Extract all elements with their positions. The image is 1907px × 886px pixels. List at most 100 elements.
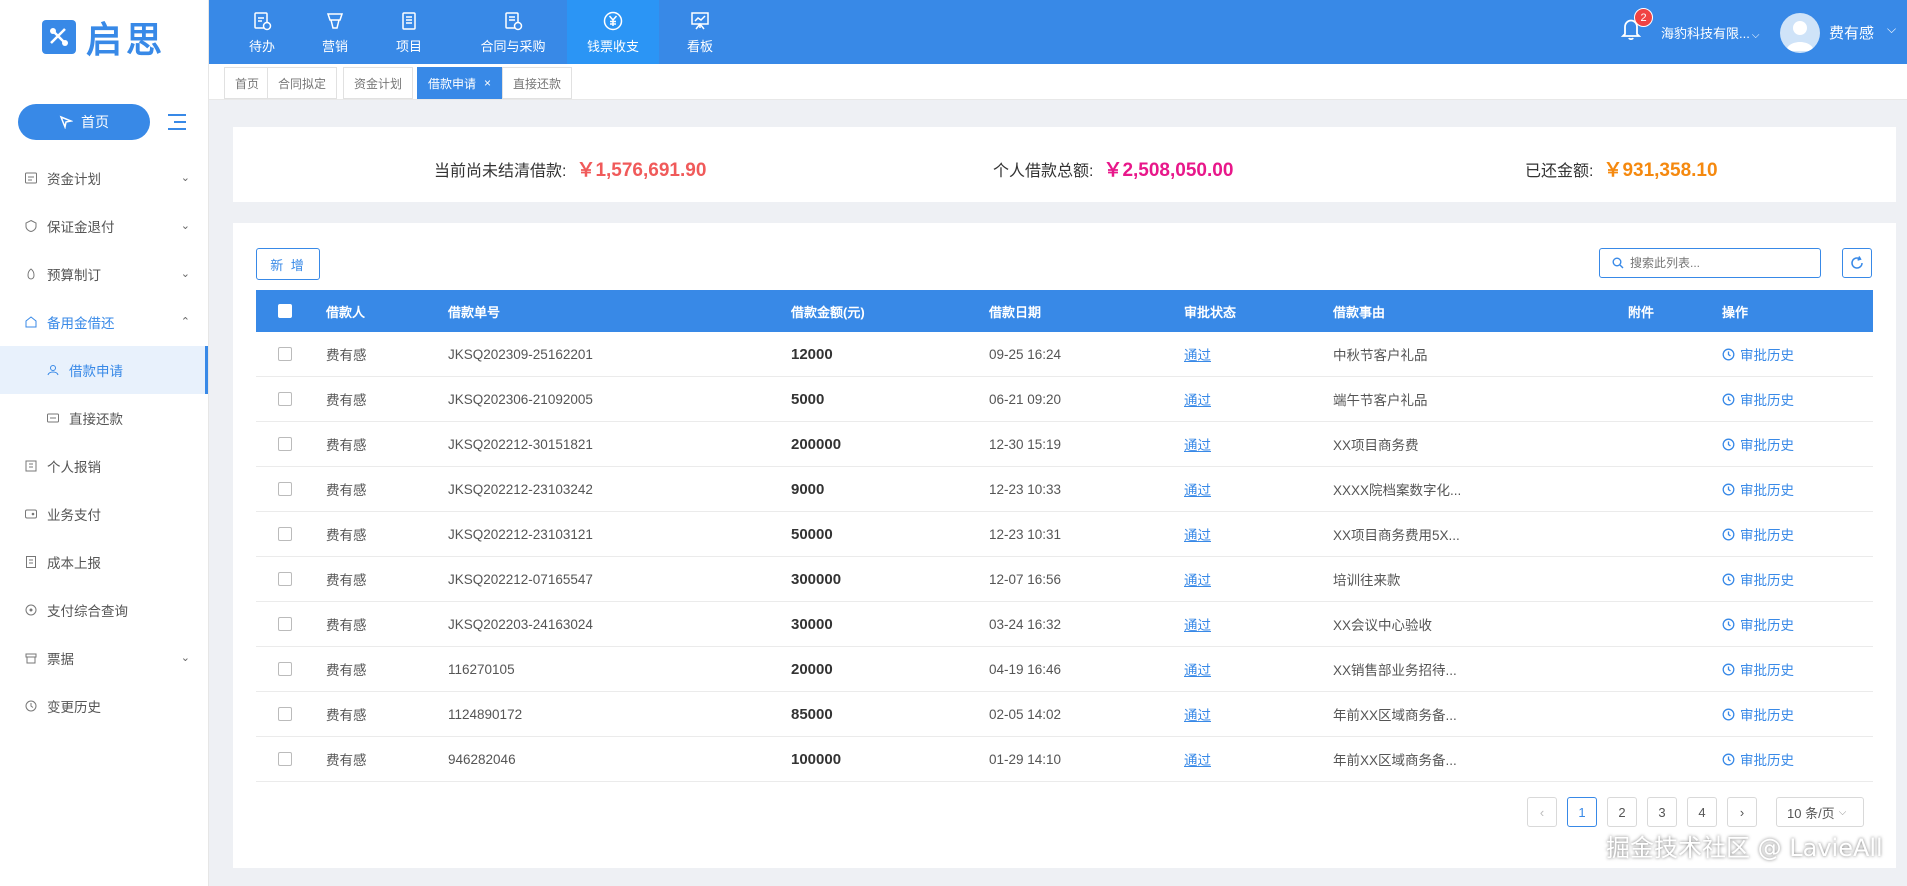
table-row[interactable]: 费有感 JKSQ202212-23103242 9000 12-23 10:33 通过 X…	[256, 467, 1873, 512]
page-button[interactable]: 4	[1687, 797, 1717, 827]
sidebar-item-history[interactable]: 变更历史	[0, 682, 208, 730]
page-button[interactable]: 2	[1607, 797, 1637, 827]
page-button[interactable]: 1	[1567, 797, 1597, 827]
nav-finance[interactable]: 钱票收支	[567, 0, 659, 64]
search-input[interactable]	[1630, 256, 1810, 270]
approval-history-link[interactable]: 审批历史	[1722, 659, 1794, 679]
approval-status-link[interactable]: 通过	[1184, 749, 1211, 769]
sidebar-item-payment[interactable]: 业务支付	[0, 490, 208, 538]
sidebar-item-budget[interactable]: 预算制订 ⌄	[0, 250, 208, 298]
approval-status-link[interactable]: 通过	[1184, 344, 1211, 364]
row-checkbox[interactable]	[278, 602, 292, 646]
sidebar-item-receipt[interactable]: 票据 ⌄	[0, 634, 208, 682]
page-size-select[interactable]: 10 条/页 ⌵	[1776, 797, 1864, 827]
approval-history-link[interactable]: 审批历史	[1722, 614, 1794, 634]
approval-history-link[interactable]: 审批历史	[1722, 569, 1794, 589]
approval-history-link[interactable]: 审批历史	[1722, 704, 1794, 724]
approval-history-link[interactable]: 审批历史	[1722, 344, 1794, 364]
approval-status-link[interactable]: 通过	[1184, 569, 1211, 589]
clock-icon	[1722, 573, 1735, 585]
refresh-button[interactable]	[1842, 248, 1872, 278]
tab-fund-plan[interactable]: 资金计划	[343, 67, 414, 99]
prev-page-button[interactable]: ‹	[1527, 797, 1557, 827]
avatar[interactable]	[1780, 13, 1820, 53]
row-checkbox[interactable]	[278, 692, 292, 736]
nav-marketing[interactable]: 营销	[310, 0, 360, 64]
table-row[interactable]: 费有感 JKSQ202309-25162201 12000 09-25 16:24 通过…	[256, 332, 1873, 377]
approval-status-link[interactable]: 通过	[1184, 659, 1211, 679]
project-icon	[402, 11, 416, 30]
approval-history-link[interactable]: 审批历史	[1722, 749, 1794, 769]
approval-history-link[interactable]: 审批历史	[1722, 479, 1794, 499]
approval-status-link[interactable]: 通过	[1184, 479, 1211, 499]
column-header[interactable]: 借款日期	[989, 290, 1041, 332]
select-all-checkbox[interactable]	[278, 290, 292, 332]
loan-number: JKSQ202212-23103121	[448, 526, 593, 542]
column-header[interactable]: 审批状态	[1184, 290, 1236, 332]
nav-todo[interactable]: 待办	[237, 0, 287, 64]
table-row[interactable]: 费有感 JKSQ202203-24163024 30000 03-24 16:32 通过…	[256, 602, 1873, 647]
row-checkbox[interactable]	[278, 647, 292, 691]
menu-collapse-icon[interactable]	[164, 112, 186, 132]
column-header[interactable]: 附件	[1628, 290, 1654, 332]
table-row[interactable]: 费有感 JKSQ202306-21092005 5000 06-21 09:20 通过 端…	[256, 377, 1873, 422]
tab-home[interactable]: 首页	[224, 67, 271, 99]
row-checkbox[interactable]	[278, 467, 292, 511]
search-box[interactable]	[1599, 248, 1821, 278]
username[interactable]: 费有感	[1829, 22, 1874, 43]
tab-contract-draft[interactable]: 合同拟定	[267, 67, 338, 99]
sidebar-item-repay[interactable]: 直接还款	[0, 394, 208, 442]
loan-amount: 300000	[791, 570, 842, 588]
approval-history-link[interactable]: 审批历史	[1722, 434, 1794, 454]
table-row[interactable]: 费有感 946282046 100000 01-29 14:10 通过 年前XX区域商务备…	[256, 737, 1873, 782]
refresh-icon	[1851, 256, 1863, 269]
page-button[interactable]: 3	[1647, 797, 1677, 827]
sidebar-item-label: 预算制订	[47, 268, 101, 283]
logo[interactable]: 启思	[0, 0, 208, 74]
column-header[interactable]: 操作	[1722, 290, 1748, 332]
approval-status-link[interactable]: 通过	[1184, 614, 1211, 634]
row-checkbox[interactable]	[278, 377, 292, 421]
table-row[interactable]: 费有感 JKSQ202212-07165547 300000 12-07 16:56 通…	[256, 557, 1873, 602]
todo-icon	[254, 11, 272, 30]
clock-icon	[1722, 438, 1735, 450]
sidebar-item-deposit[interactable]: 保证金退付 ⌄	[0, 202, 208, 250]
row-checkbox[interactable]	[278, 512, 292, 556]
row-checkbox[interactable]	[278, 422, 292, 466]
sidebar-item-query[interactable]: 支付综合查询	[0, 586, 208, 634]
row-checkbox[interactable]	[278, 557, 292, 601]
approval-history-link[interactable]: 审批历史	[1722, 389, 1794, 409]
sidebar-item-fund-plan[interactable]: 资金计划 ⌄	[0, 154, 208, 202]
home-button[interactable]: 首页	[18, 104, 150, 140]
company-selector[interactable]: 海豹科技有限... ⌵	[1661, 23, 1759, 42]
close-icon[interactable]: ×	[484, 76, 491, 90]
nav-dashboard[interactable]: 看板	[675, 0, 725, 64]
next-page-button[interactable]: ›	[1727, 797, 1757, 827]
nav-contract[interactable]: 合同与采购	[465, 0, 561, 64]
approval-status-link[interactable]: 通过	[1184, 434, 1211, 454]
row-checkbox[interactable]	[278, 332, 292, 376]
column-header[interactable]: 借款事由	[1333, 290, 1385, 332]
table-row[interactable]: 费有感 JKSQ202212-30151821 200000 12-30 15:19 通…	[256, 422, 1873, 467]
table-row[interactable]: 费有感 JKSQ202212-23103121 50000 12-23 10:31 通过…	[256, 512, 1873, 557]
approval-status-link[interactable]: 通过	[1184, 704, 1211, 724]
chevron-down-icon[interactable]: ⌵	[1887, 22, 1896, 37]
tab-repay[interactable]: 直接还款	[502, 67, 573, 99]
sidebar-item-loan-apply[interactable]: 借款申请	[0, 346, 208, 394]
sidebar-item-cost-report[interactable]: 成本上报	[0, 538, 208, 586]
column-header[interactable]: 借款单号	[448, 290, 500, 332]
approval-status-link[interactable]: 通过	[1184, 389, 1211, 409]
row-checkbox[interactable]	[278, 737, 292, 781]
column-header[interactable]: 借款人	[326, 290, 365, 332]
table-row[interactable]: 费有感 1124890172 85000 02-05 14:02 通过 年前XX区域商务备…	[256, 692, 1873, 737]
loan-amount: 85000	[791, 705, 833, 723]
sidebar-item-petty-cash[interactable]: 备用金借还 ⌃	[0, 298, 208, 346]
column-header[interactable]: 借款金额(元)	[791, 290, 865, 332]
table-row[interactable]: 费有感 116270105 20000 04-19 16:46 通过 XX销售部业务招待.…	[256, 647, 1873, 692]
approval-status-link[interactable]: 通过	[1184, 524, 1211, 544]
nav-project[interactable]: 项目	[384, 0, 434, 64]
approval-history-link[interactable]: 审批历史	[1722, 524, 1794, 544]
sidebar-item-reimburse[interactable]: 个人报销	[0, 442, 208, 490]
add-button[interactable]: 新 增	[256, 248, 320, 280]
tab-loan-apply[interactable]: 借款申请 ×	[417, 67, 503, 99]
